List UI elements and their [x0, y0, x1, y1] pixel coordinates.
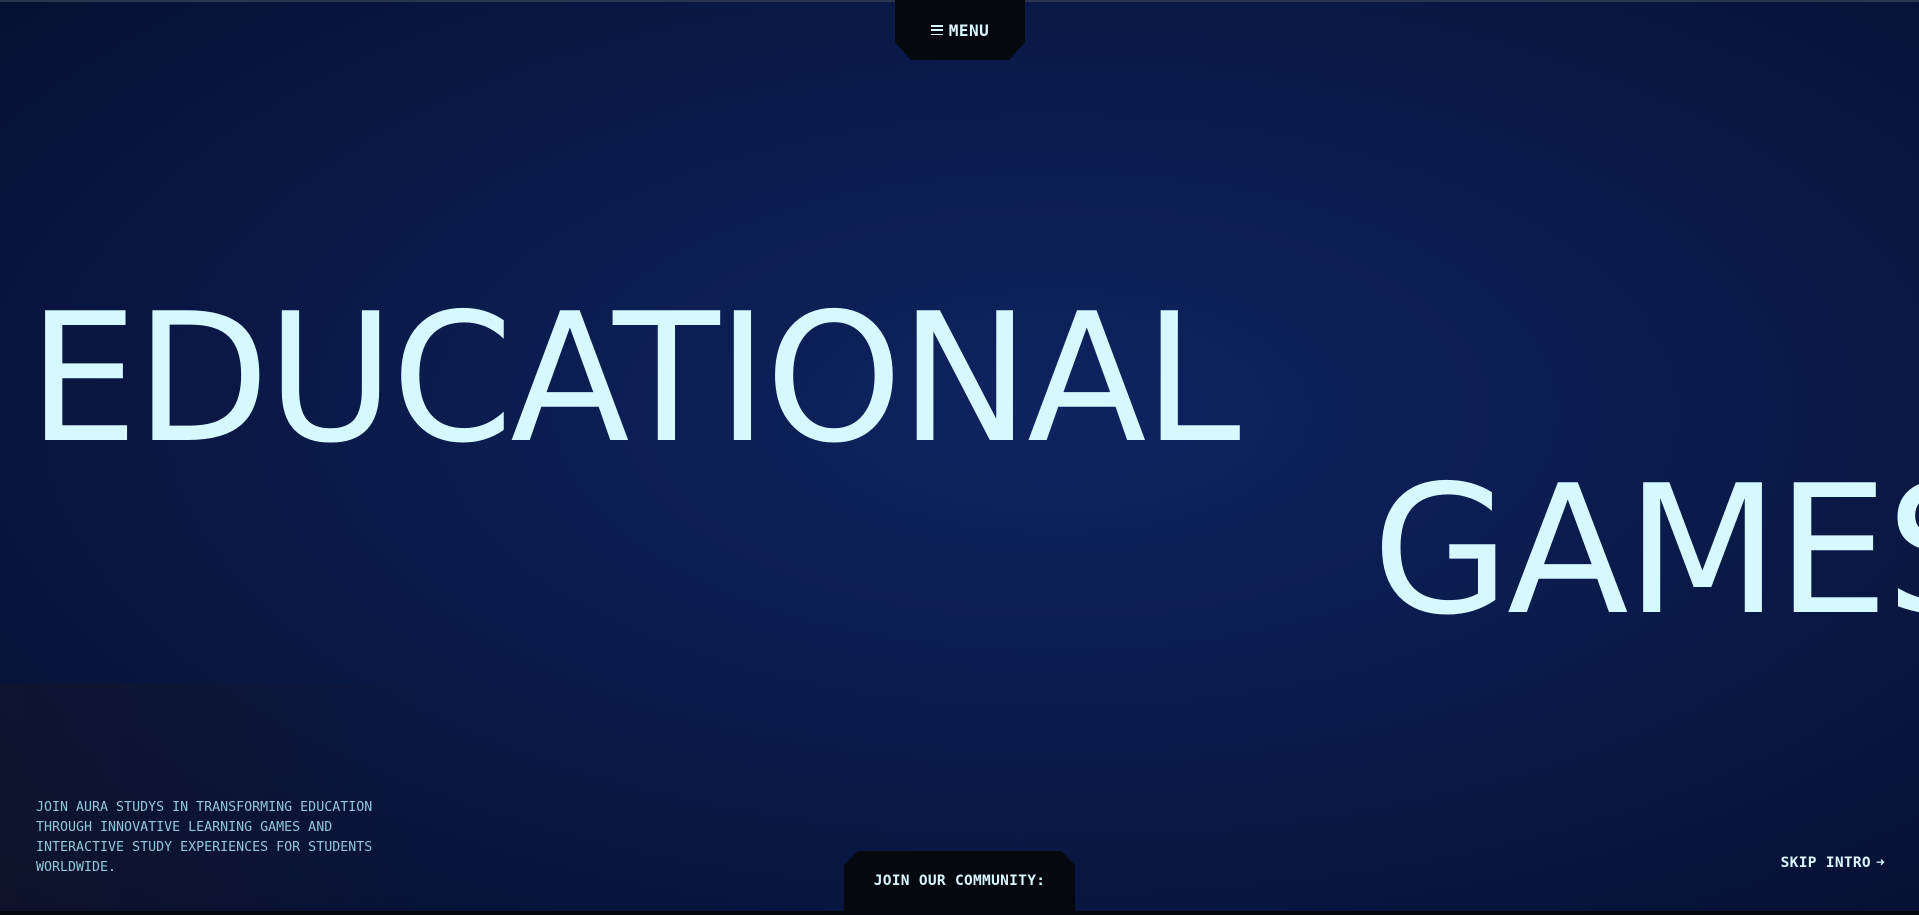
hero-title-line2: GAMES — [1372, 447, 1919, 654]
hero-description: JOIN AURA STUDYS IN TRANSFORMING EDUCATI… — [36, 800, 373, 875]
hero-title-line1: EDUCATIONAL — [28, 275, 1241, 482]
skip-intro-label: SKIP INTRO — [1780, 855, 1871, 871]
hamburger-icon — [930, 25, 943, 35]
join-community-button[interactable]: JOIN OUR COMMUNITY: — [844, 851, 1075, 915]
join-community-label: JOIN OUR COMMUNITY: — [873, 873, 1046, 889]
menu-label: MENU — [948, 20, 990, 40]
skip-intro-link[interactable]: SKIP INTRO ➜ — [1781, 855, 1885, 871]
bottom-border — [0, 911, 1919, 915]
arrow-right-icon: ➜ — [1875, 855, 1885, 871]
menu-button[interactable]: MENU — [895, 0, 1025, 60]
